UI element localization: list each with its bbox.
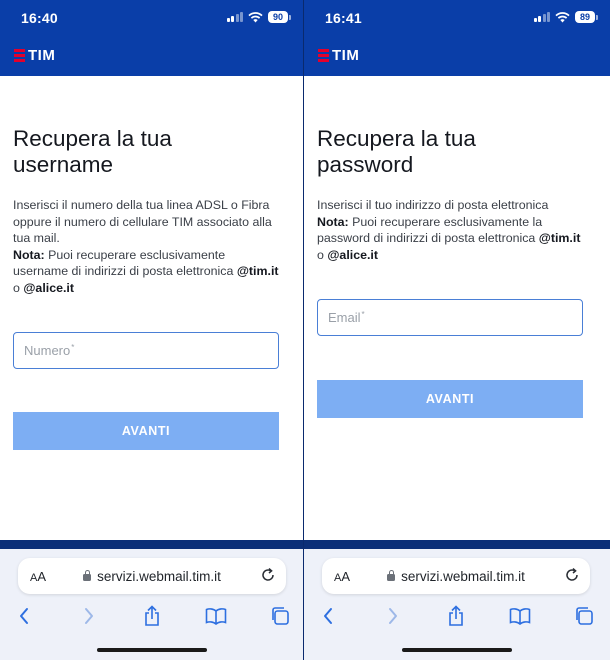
browser-toolbar: [0, 600, 303, 630]
back-icon[interactable]: [316, 604, 340, 628]
forward-icon[interactable]: [381, 604, 405, 628]
reload-icon[interactable]: [260, 567, 276, 583]
domain-tim: @tim.it: [538, 231, 581, 245]
battery-level: 90: [268, 11, 288, 23]
status-bar: 16:41 89: [304, 8, 610, 30]
share-icon[interactable]: [140, 604, 164, 628]
bookmarks-icon[interactable]: [204, 604, 228, 628]
note-label: Nota:: [13, 247, 45, 262]
main-content: Recupera la tua username Inserisci il nu…: [13, 76, 283, 296]
address-bar[interactable]: AA servizi.webmail.tim.it: [322, 558, 590, 594]
avanti-button[interactable]: AVANTI: [317, 380, 583, 418]
note-text: Puoi recuperare esclusivamente username …: [13, 247, 237, 279]
bookmarks-icon[interactable]: [508, 604, 532, 628]
note-text: Puoi recuperare esclusivamente la passwo…: [317, 214, 543, 246]
domain-tim: @tim.it: [236, 264, 279, 278]
desc-text: Inserisci il numero della tua linea ADSL…: [13, 198, 272, 245]
app-header: 16:41 89 TIM: [304, 0, 610, 76]
battery-level: 89: [575, 11, 595, 23]
tim-logo-text: TIM: [332, 47, 360, 64]
url-text: servizi.webmail.tim.it: [401, 568, 525, 584]
browser-chrome: AA servizi.webmail.tim.it: [304, 540, 610, 660]
forward-icon[interactable]: [77, 604, 101, 628]
page-description: Inserisci il tuo indirizzo di posta elet…: [317, 198, 581, 262]
home-indicator: [402, 648, 512, 652]
desc-text: Inserisci il tuo indirizzo di posta elet…: [317, 198, 549, 212]
tim-logo[interactable]: TIM: [14, 47, 55, 64]
main-content: Recupera la tua password Inserisci il tu…: [317, 76, 590, 263]
back-icon[interactable]: [12, 604, 36, 628]
domain-alice: @alice.it: [23, 280, 74, 295]
share-icon[interactable]: [444, 604, 468, 628]
lock-icon: [83, 569, 92, 581]
tim-logo-mark: [318, 49, 329, 62]
page-description: Inserisci il numero della tua linea ADSL…: [13, 198, 279, 295]
domain-alice: @alice.it: [327, 247, 378, 262]
status-time: 16:40: [21, 10, 58, 26]
avanti-button[interactable]: AVANTI: [13, 412, 279, 450]
page-title: Recupera la tua username: [13, 126, 172, 177]
tim-logo-text: TIM: [28, 47, 56, 64]
numero-input[interactable]: Numero *: [13, 332, 279, 369]
status-bar: 16:40 90: [0, 8, 303, 30]
lock-icon: [387, 569, 396, 581]
address-bar[interactable]: AA servizi.webmail.tim.it: [18, 558, 286, 594]
note-label: Nota:: [317, 214, 349, 229]
tabs-icon[interactable]: [268, 604, 292, 628]
battery-icon: 89: [575, 11, 598, 23]
battery-icon: 90: [268, 11, 291, 23]
signal-icon: [226, 12, 243, 22]
status-time: 16:41: [325, 10, 362, 26]
email-input[interactable]: Email *: [317, 299, 583, 336]
browser-chrome: AA servizi.webmail.tim.it: [0, 540, 303, 660]
home-indicator: [96, 648, 207, 652]
screen-right: 16:41 89 TIM Recupera la tua password In…: [303, 0, 610, 660]
tim-logo-mark: [14, 49, 25, 62]
email-placeholder: Email: [328, 310, 361, 325]
wifi-icon: [555, 11, 570, 22]
wifi-icon: [248, 11, 263, 22]
tim-logo[interactable]: TIM: [318, 47, 359, 64]
screen-left: 16:40 90 TIM Recupera la tua username In…: [0, 0, 303, 660]
browser-toolbar: [304, 600, 610, 630]
tabs-icon[interactable]: [572, 604, 596, 628]
signal-icon: [533, 12, 550, 22]
app-header: 16:40 90 TIM: [0, 0, 303, 76]
page-title: Recupera la tua password: [317, 126, 476, 177]
numero-placeholder: Numero: [24, 343, 71, 358]
reload-icon[interactable]: [564, 567, 580, 583]
url-text: servizi.webmail.tim.it: [97, 568, 221, 584]
